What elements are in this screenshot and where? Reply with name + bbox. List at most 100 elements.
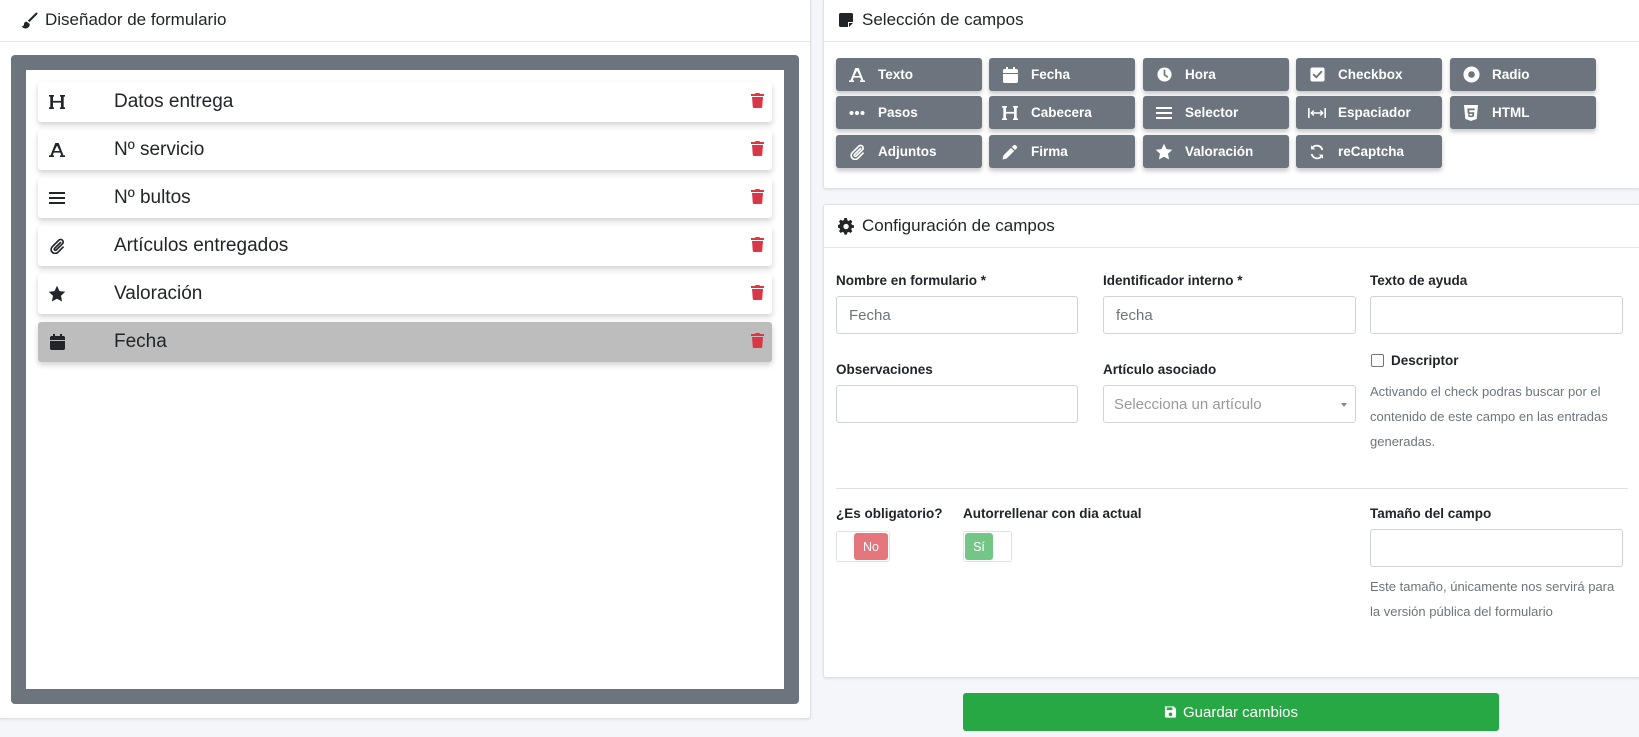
arrows-h-icon bbox=[1308, 104, 1326, 122]
name-in-form-input[interactable]: Fecha bbox=[836, 296, 1078, 334]
trash-icon[interactable] bbox=[751, 333, 764, 348]
autofill-today-label: Autorrellenar con dia actual bbox=[963, 506, 1142, 521]
cog-icon bbox=[836, 216, 856, 236]
add-field-button[interactable]: Checkbox bbox=[1296, 58, 1442, 91]
add-field-button[interactable]: Hora bbox=[1143, 58, 1289, 91]
required-toggle[interactable]: No bbox=[836, 531, 890, 562]
clock-icon bbox=[1155, 66, 1173, 84]
designer-field-row[interactable]: Valoración bbox=[38, 274, 772, 314]
designer-field-row[interactable]: Fecha bbox=[38, 322, 772, 362]
add-field-button-label: HTML bbox=[1492, 105, 1530, 120]
designer-field-row[interactable]: Nº bultos bbox=[38, 178, 772, 218]
star-icon bbox=[1155, 143, 1173, 161]
trash-icon[interactable] bbox=[751, 189, 764, 204]
html5-icon bbox=[1462, 104, 1480, 122]
trash-icon[interactable] bbox=[751, 93, 764, 108]
autofill-today-toggle-value: Sí bbox=[965, 533, 993, 560]
designer-field-row[interactable]: Datos entrega bbox=[38, 82, 772, 122]
radio-icon bbox=[1462, 66, 1480, 84]
add-field-button-label: Radio bbox=[1492, 67, 1530, 82]
add-field-button[interactable]: Selector bbox=[1143, 96, 1289, 129]
add-field-button[interactable]: Pasos bbox=[836, 96, 982, 129]
add-field-button-label: Fecha bbox=[1031, 67, 1071, 82]
add-field-button-label: Selector bbox=[1185, 105, 1239, 120]
add-field-button-label: Espaciador bbox=[1338, 105, 1411, 120]
field-config-header: Configuración de campos bbox=[824, 205, 1639, 248]
internal-id-input[interactable]: fecha bbox=[1103, 296, 1356, 334]
add-field-button-label: Texto bbox=[878, 67, 914, 82]
field-config-panel: Configuración de campos Nombre en formul… bbox=[823, 204, 1639, 678]
field-selection-title: Selección de campos bbox=[862, 10, 1024, 29]
field-size-help-text: Este tamaño, únicamente nos servirá para… bbox=[1370, 574, 1630, 624]
config-divider bbox=[836, 488, 1628, 489]
descriptor-help-text: Activando el check podras buscar por el … bbox=[1370, 379, 1630, 454]
descriptor-checkbox[interactable] bbox=[1371, 354, 1384, 367]
designer-field-label: Artículos entregados bbox=[114, 235, 289, 256]
designer-field-row[interactable]: Nº servicio bbox=[38, 130, 772, 170]
descriptor-row: Descriptor bbox=[1371, 353, 1459, 368]
required-label: ¿Es obligatorio? bbox=[836, 506, 943, 521]
autofill-today-toggle[interactable]: Sí bbox=[963, 531, 1012, 562]
field-selection-header: Selección de campos bbox=[824, 0, 1639, 42]
text-icon bbox=[848, 66, 866, 84]
add-field-button[interactable]: Valoración bbox=[1143, 135, 1289, 168]
add-field-button-label: Checkbox bbox=[1338, 67, 1403, 82]
add-field-button-label: Valoración bbox=[1185, 144, 1254, 159]
trash-icon[interactable] bbox=[751, 141, 764, 156]
heading-icon bbox=[46, 91, 68, 113]
observations-input[interactable] bbox=[836, 385, 1078, 423]
list-icon bbox=[1155, 104, 1173, 122]
form-designer-panel: Diseñador de formulario Datos entrega Nº … bbox=[0, 0, 811, 719]
designer-frame: Datos entrega Nº servicio Nº bultos Artícul… bbox=[11, 55, 799, 704]
designer-field-label: Valoración bbox=[114, 283, 203, 304]
add-field-button[interactable]: Adjuntos bbox=[836, 135, 982, 168]
checkbox-icon bbox=[1308, 66, 1326, 84]
add-field-button[interactable]: Firma bbox=[989, 135, 1135, 168]
add-field-button[interactable]: Espaciador bbox=[1296, 96, 1442, 129]
field-config-title: Configuración de campos bbox=[862, 216, 1055, 235]
paperclip-icon bbox=[848, 143, 866, 161]
associated-article-placeholder: Selecciona un artículo bbox=[1114, 395, 1262, 413]
help-text-input[interactable] bbox=[1370, 296, 1623, 334]
save-button-label: Guardar cambios bbox=[1182, 703, 1299, 721]
add-field-button[interactable]: Fecha bbox=[989, 58, 1135, 91]
required-toggle-value: No bbox=[854, 533, 888, 560]
field-size-help-line: Este tamaño, únicamente nos servirá para bbox=[1370, 579, 1615, 594]
chevron-down-icon bbox=[1341, 403, 1347, 407]
descriptor-help-line: contenido de este campo en las entradas bbox=[1370, 409, 1608, 424]
designer-canvas[interactable]: Datos entrega Nº servicio Nº bultos Artícul… bbox=[26, 70, 784, 689]
ellipsis-icon bbox=[848, 104, 866, 122]
list-icon bbox=[46, 187, 68, 209]
internal-id-label: Identificador interno * bbox=[1103, 273, 1243, 288]
paint-brush-icon bbox=[19, 10, 39, 30]
calendar-icon bbox=[1001, 66, 1019, 84]
associated-article-label: Artículo asociado bbox=[1103, 362, 1217, 377]
add-field-button-label: reCaptcha bbox=[1338, 144, 1405, 159]
add-field-button-label: Hora bbox=[1185, 67, 1216, 82]
add-field-button[interactable]: HTML bbox=[1450, 96, 1596, 129]
associated-article-select[interactable]: Selecciona un artículo bbox=[1103, 385, 1356, 423]
descriptor-help-line: generadas. bbox=[1370, 434, 1436, 449]
name-in-form-label: Nombre en formulario * bbox=[836, 273, 987, 288]
descriptor-label: Descriptor bbox=[1391, 353, 1459, 368]
add-field-button[interactable]: Cabecera bbox=[989, 96, 1135, 129]
add-field-button[interactable]: Texto bbox=[836, 58, 982, 91]
add-field-button[interactable]: Radio bbox=[1450, 58, 1596, 91]
sync-icon bbox=[1308, 143, 1326, 161]
add-field-button-label: Pasos bbox=[878, 105, 918, 120]
pencil-icon bbox=[1001, 143, 1019, 161]
trash-icon[interactable] bbox=[751, 285, 764, 300]
field-size-input[interactable] bbox=[1370, 529, 1623, 567]
field-size-help-line: la versión pública del formulario bbox=[1370, 604, 1553, 619]
heading-icon bbox=[1001, 104, 1019, 122]
designer-field-label: Fecha bbox=[114, 331, 167, 352]
paperclip-icon bbox=[46, 235, 68, 257]
save-button[interactable]: Guardar cambios bbox=[963, 693, 1499, 731]
calendar-icon bbox=[46, 331, 68, 353]
add-field-button[interactable]: reCaptcha bbox=[1296, 135, 1442, 168]
designer-field-row[interactable]: Artículos entregados bbox=[38, 226, 772, 266]
observations-label: Observaciones bbox=[836, 362, 933, 377]
trash-icon[interactable] bbox=[751, 237, 764, 252]
field-size-label: Tamaño del campo bbox=[1370, 506, 1492, 521]
field-selection-panel: Selección de campos Texto Fecha Hora Checkb… bbox=[823, 0, 1639, 189]
